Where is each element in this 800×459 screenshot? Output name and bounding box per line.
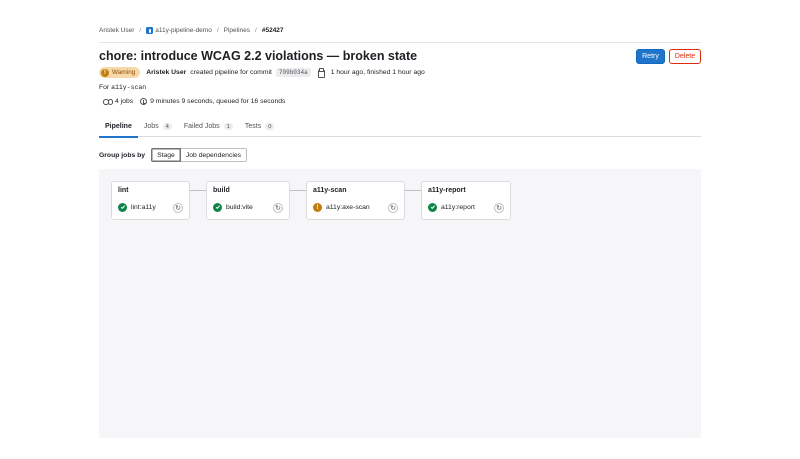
tab-label: Failed Jobs	[183, 123, 220, 130]
stage-build: build build:vite ↻	[206, 181, 290, 220]
retry-job-icon[interactable]: ↻	[273, 203, 283, 213]
stage-connector	[290, 190, 306, 191]
job-name: build:vite	[226, 204, 253, 211]
success-status-icon	[213, 203, 222, 212]
warning-status-icon: !	[313, 203, 322, 212]
delete-button[interactable]: Delete	[669, 49, 701, 64]
for-label: For	[99, 84, 110, 91]
stage-name: a11y-report	[428, 187, 466, 194]
pipeline-jobs-icon	[103, 99, 113, 105]
job-name: lint:a11y	[131, 204, 156, 211]
tab-tests[interactable]: Tests 0	[239, 116, 281, 137]
group-by-dependencies-button[interactable]: Job dependencies	[180, 148, 248, 162]
tab-label: Pipeline	[105, 123, 132, 130]
breadcrumb-project-label: a11y-pipeline-demo	[155, 27, 212, 34]
tab-failed-jobs[interactable]: Failed Jobs 1	[178, 116, 239, 137]
page-title: chore: introduce WCAG 2.2 violations — b…	[99, 49, 418, 63]
commit-sha-link[interactable]: 709b034a	[275, 68, 311, 77]
breadcrumb-project-link[interactable]: a11y-pipeline-demo	[146, 27, 212, 34]
tab-count-badge: 4	[162, 123, 172, 130]
stage-name: a11y-scan	[313, 187, 347, 194]
stage-name: build	[213, 187, 230, 194]
retry-button[interactable]: Retry	[636, 49, 665, 64]
tab-count-badge: 0	[265, 123, 275, 130]
copy-icon[interactable]	[317, 68, 325, 78]
breadcrumb-separator: /	[255, 27, 257, 34]
tab-jobs[interactable]: Jobs 4	[138, 116, 178, 137]
status-badge[interactable]: ! Warning	[99, 67, 141, 78]
retry-job-icon[interactable]: ↻	[388, 203, 398, 213]
breadcrumb-user-link[interactable]: Aristek User	[99, 27, 134, 34]
project-avatar-icon	[146, 27, 154, 34]
pipeline-meta: ! Warning Aristek User created pipeline …	[99, 67, 425, 78]
clock-icon	[140, 98, 148, 105]
tab-pipeline[interactable]: Pipeline	[99, 116, 138, 138]
group-jobs-label: Group jobs by	[99, 151, 146, 159]
branch-row: For a11y-scan	[99, 84, 146, 91]
retry-job-icon[interactable]: ↻	[494, 203, 504, 213]
group-by-stage-button[interactable]: Stage	[151, 148, 181, 162]
job-a11y-axe-scan[interactable]: ! a11y:axe-scan	[313, 203, 370, 212]
timing-text: 1 hour ago, finished 1 hour ago	[330, 69, 425, 76]
branch-link[interactable]: a11y-scan	[111, 84, 146, 91]
stage-connector	[405, 190, 421, 191]
breadcrumb-current-pipeline[interactable]: #52427	[262, 27, 284, 34]
duration-text: 9 minutes 9 seconds, queued for 16 secon…	[150, 98, 286, 105]
group-jobs-control: Group jobs by Stage Job dependencies	[99, 148, 248, 162]
breadcrumb-pipelines-link[interactable]: Pipelines	[224, 27, 250, 34]
job-lint-a11y[interactable]: lint:a11y	[118, 203, 156, 212]
job-build-vite[interactable]: build:vite	[213, 203, 253, 212]
breadcrumb-separator: /	[216, 27, 219, 34]
job-a11y-report[interactable]: a11y:report	[428, 203, 475, 212]
job-name: a11y:report	[441, 204, 475, 211]
success-status-icon	[118, 203, 127, 212]
group-toggle: Stage Job dependencies	[151, 148, 248, 162]
stage-a11y-scan: a11y-scan ! a11y:axe-scan ↻	[306, 181, 405, 220]
pipeline-tabs: Pipeline Jobs 4 Failed Jobs 1 Tests 0	[99, 116, 701, 138]
stage-name: lint	[118, 187, 129, 194]
tab-label: Jobs	[143, 123, 159, 130]
breadcrumb-separator: /	[139, 27, 142, 34]
tab-label: Tests	[244, 123, 262, 130]
status-badge-label: Warning	[112, 69, 136, 76]
header-divider	[99, 42, 701, 43]
tab-count-badge: 1	[223, 123, 233, 130]
action-text: created pipeline for commit	[190, 69, 272, 76]
stage-lint: lint lint:a11y ↻	[111, 181, 190, 220]
warning-icon: !	[101, 68, 109, 77]
breadcrumb: Aristek User / a11y-pipeline-demo / Pipe…	[99, 27, 284, 34]
success-status-icon	[428, 203, 437, 212]
jobs-count: 4 jobs	[115, 98, 134, 105]
job-name: a11y:axe-scan	[326, 204, 370, 211]
retry-job-icon[interactable]: ↻	[173, 203, 183, 213]
stage-connector	[190, 190, 206, 191]
pipeline-stats: 4 jobs 9 minutes 9 seconds, queued for 1…	[103, 98, 285, 105]
author-link[interactable]: Aristek User	[146, 69, 186, 76]
stage-a11y-report: a11y-report a11y:report ↻	[421, 181, 511, 220]
